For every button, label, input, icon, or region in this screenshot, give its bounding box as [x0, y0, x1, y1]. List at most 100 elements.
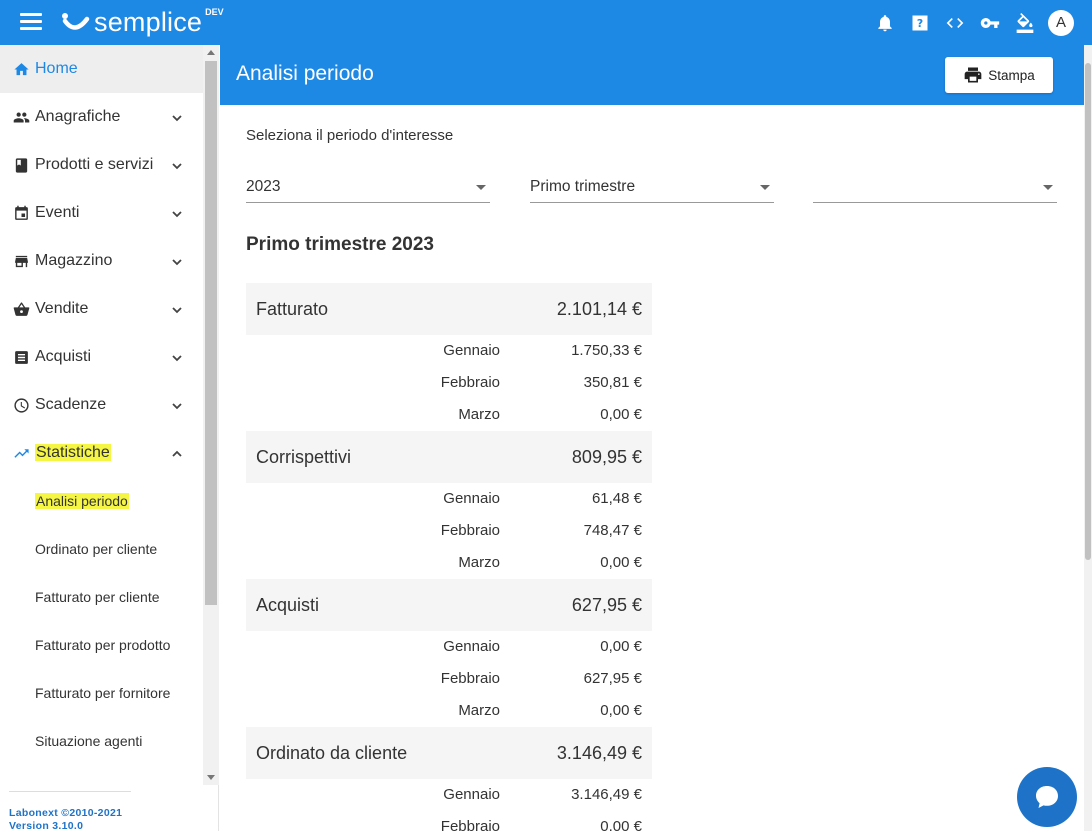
stat-month-name: Gennaio: [443, 342, 500, 359]
sidebar-subitem-analisi-periodo[interactable]: Analisi periodo: [0, 477, 203, 525]
stat-group-total: 809,95 €: [571, 446, 642, 467]
stat-month-value: 0,00 €: [600, 638, 642, 655]
book-icon: [12, 156, 30, 174]
sidebar-item-scadenze[interactable]: Scadenze: [0, 381, 203, 429]
sidebar-item-label-wrap: Statistiche: [35, 444, 111, 462]
stat-month-value: 0,00 €: [600, 406, 642, 423]
stat-month-value: 0,00 €: [600, 702, 642, 719]
sidebar-item-home[interactable]: Home: [0, 45, 203, 93]
sidebar-scrollbar[interactable]: [203, 45, 219, 785]
stat-month-row: Febbraio 627,95 €: [246, 663, 652, 695]
dropdown-arrow-icon: [1043, 185, 1053, 190]
stat-group-header: Corrispettivi 809,95 €: [246, 431, 652, 483]
stat-month-name: Febbraio: [440, 670, 500, 687]
sidebar-subitem-fatturato-fornitore[interactable]: Fatturato per fornitore: [0, 669, 203, 717]
stat-group-total: 2.101,14 €: [556, 298, 642, 319]
logo-env-badge: DEV: [205, 7, 224, 17]
sidebar-item-label: Home: [35, 60, 78, 77]
year-select-value: 2023: [246, 178, 281, 195]
stat-month-row: Febbraio 350,81 €: [246, 367, 652, 399]
printer-icon: [964, 67, 982, 83]
basket-icon: [12, 300, 30, 318]
scroll-down-arrow[interactable]: [207, 775, 215, 780]
stat-month-name: Febbraio: [440, 374, 500, 391]
stat-month-value: 3.146,49 €: [571, 786, 642, 803]
footer-copyright: Labonext ©2010-2021: [9, 807, 123, 819]
sidebar-item-acquisti[interactable]: Acquisti: [0, 333, 203, 381]
clock-icon: [12, 396, 30, 414]
menu-icon[interactable]: [20, 13, 42, 31]
key-icon[interactable]: [978, 11, 1002, 35]
sidebar-subitem-fatturato-cliente[interactable]: Fatturato per cliente: [0, 573, 203, 621]
sidebar: Home Anagrafiche Prodotti e servizi Even…: [0, 45, 219, 833]
stat-group-total: 3.146,49 €: [556, 742, 642, 763]
stat-month-value: 350,81 €: [583, 374, 642, 391]
help-icon[interactable]: ?: [908, 11, 932, 35]
stat-month-value: 61,48 €: [591, 490, 642, 507]
stat-month-row: Gennaio 61,48 €: [246, 483, 652, 515]
stat-month-value: 1.750,33 €: [571, 342, 642, 359]
logo-text: semplice: [94, 6, 203, 37]
stat-month-name: Gennaio: [443, 638, 500, 655]
chat-button[interactable]: [1017, 767, 1077, 827]
chevron-down-icon: [171, 303, 183, 315]
chevron-down-icon: [171, 207, 183, 219]
period-label: Seleziona il periodo d'interesse: [246, 127, 454, 144]
year-select[interactable]: 2023: [246, 172, 490, 203]
home-icon: [12, 60, 30, 78]
chevron-down-icon: [171, 159, 183, 171]
stat-month-value: 0,00 €: [600, 818, 642, 831]
stat-group-name: Fatturato: [256, 298, 329, 319]
bell-icon[interactable]: [873, 11, 897, 35]
stat-month-row: Gennaio 0,00 €: [246, 631, 652, 663]
user-avatar[interactable]: A: [1048, 9, 1074, 36]
stat-month-name: Febbraio: [440, 522, 500, 539]
period-select[interactable]: Primo trimestre: [530, 172, 774, 203]
calendar-icon: [12, 204, 30, 222]
stat-group-header: Ordinato da cliente 3.146,49 €: [246, 727, 652, 779]
sidebar-item-label: Eventi: [35, 204, 80, 221]
people-icon: [12, 108, 30, 126]
subperiod-select[interactable]: [813, 172, 1057, 203]
section-title: Primo trimestre 2023: [246, 234, 434, 255]
stat-month-row: Febbraio 0,00 €: [246, 811, 652, 831]
scrollbar-thumb[interactable]: [1085, 63, 1091, 560]
chevron-down-icon: [171, 399, 183, 411]
sidebar-subitem-situazione-agenti[interactable]: Situazione agenti: [0, 717, 203, 765]
print-button[interactable]: Stampa: [945, 57, 1053, 93]
paint-bucket-icon[interactable]: [1013, 11, 1037, 35]
stat-group-name: Ordinato da cliente: [256, 742, 408, 763]
sidebar-item-label: Statistiche: [35, 444, 111, 461]
sidebar-item-label: Magazzino: [35, 252, 113, 269]
stat-month-row: Marzo 0,00 €: [246, 547, 652, 579]
chat-bubble-icon: [1036, 786, 1058, 808]
stats-table: Fatturato 2.101,14 € Gennaio 1.750,33 € Febb…: [246, 283, 652, 831]
sidebar-item-prodotti[interactable]: Prodotti e servizi: [0, 141, 203, 189]
page-title: Analisi periodo: [236, 62, 374, 85]
sidebar-subitem-ordinato-cliente[interactable]: Ordinato per cliente: [0, 525, 203, 573]
page-header: Analisi periodo Stampa: [220, 45, 1084, 105]
stat-month-value: 627,95 €: [583, 670, 642, 687]
sidebar-item-magazzino[interactable]: Magazzino: [0, 237, 203, 285]
main-scrollbar[interactable]: [1084, 45, 1092, 831]
sidebar-item-anagrafiche[interactable]: Anagrafiche: [0, 93, 203, 141]
dropdown-arrow-icon: [476, 185, 486, 190]
sidebar-nav: Home Anagrafiche Prodotti e servizi Even…: [0, 45, 203, 785]
stat-month-name: Marzo: [458, 554, 500, 571]
svg-text:?: ?: [917, 17, 923, 30]
chevron-down-icon: [171, 111, 183, 123]
sidebar-item-eventi[interactable]: Eventi: [0, 189, 203, 237]
chevron-down-icon: [171, 351, 183, 363]
sidebar-item-label: Anagrafiche: [35, 108, 121, 125]
stat-month-name: Marzo: [458, 406, 500, 423]
code-icon[interactable]: [943, 11, 967, 35]
app-logo[interactable]: semplice DEV: [60, 6, 224, 38]
sidebar-item-statistiche[interactable]: Statistiche: [0, 429, 203, 477]
footer-version: Version 3.10.0: [9, 820, 84, 832]
sidebar-item-vendite[interactable]: Vendite: [0, 285, 203, 333]
sidebar-footer: Labonext ©2010-2021 Version 3.10.0: [9, 791, 131, 833]
scrollbar-thumb[interactable]: [205, 61, 217, 605]
stat-month-name: Gennaio: [443, 490, 500, 507]
sidebar-subitem-fatturato-prodotto[interactable]: Fatturato per prodotto: [0, 621, 203, 669]
scroll-up-arrow[interactable]: [207, 50, 215, 55]
